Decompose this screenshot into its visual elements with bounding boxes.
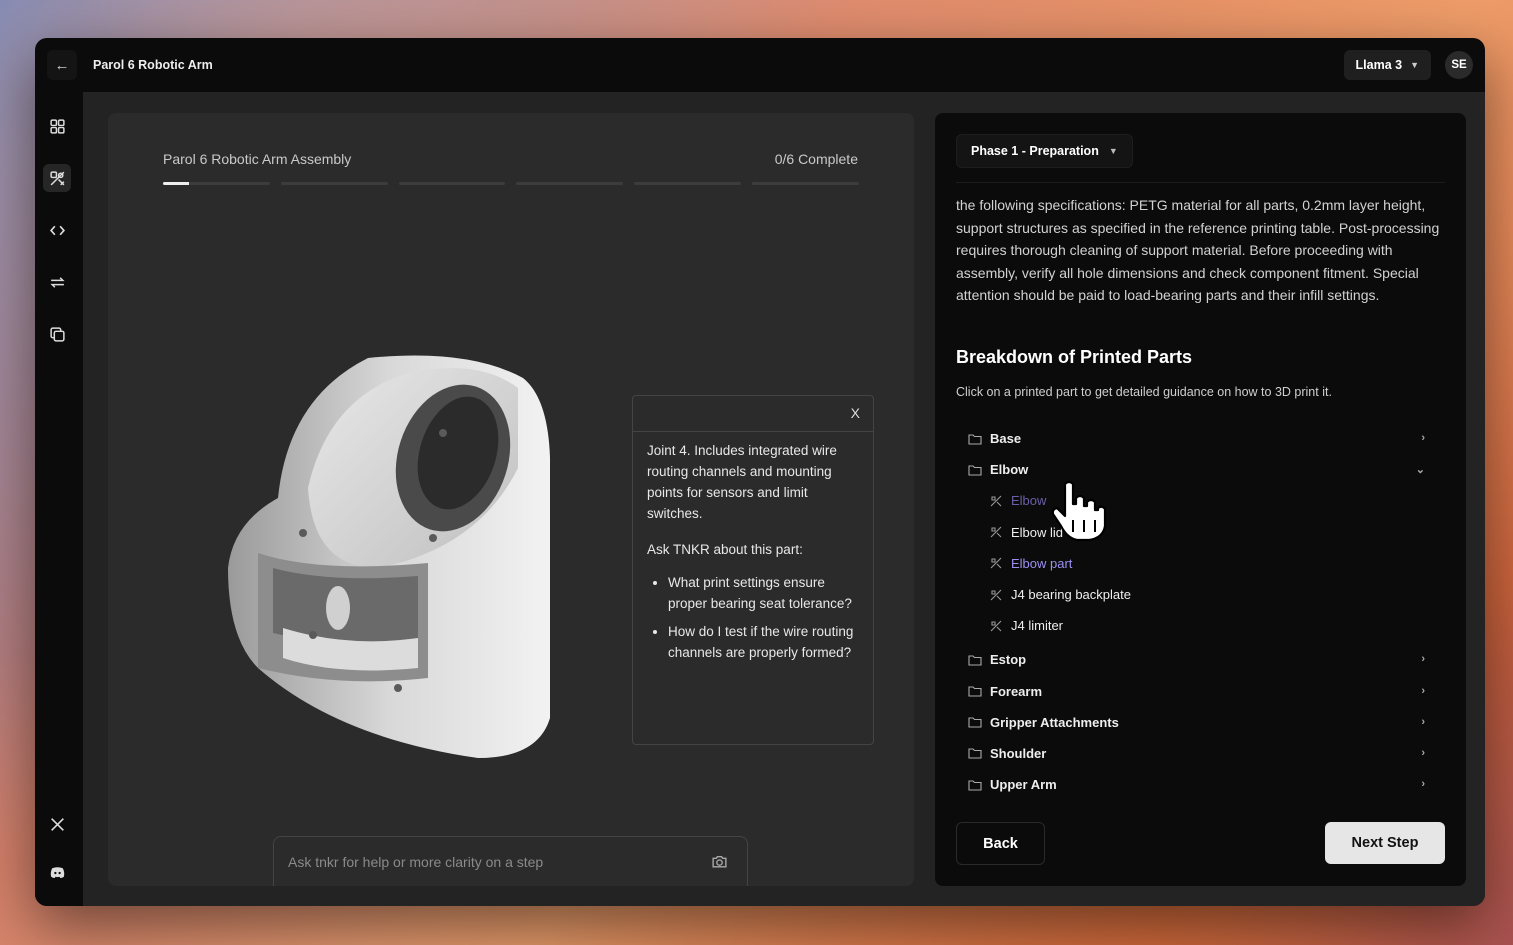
chevron-right-icon: › (1421, 778, 1425, 791)
folder-label: Elbow (990, 462, 1029, 478)
part-description: Joint 4. Includes integrated wire routin… (647, 443, 837, 521)
x-logo-icon[interactable] (43, 810, 71, 838)
part-elbow[interactable]: Elbow (968, 485, 1432, 516)
progress-segment (398, 182, 506, 185)
parts-tree: Base › Elbow ⌄ Elbow Elbow lid Elbow par… (968, 423, 1432, 800)
folder-label: Upper Arm (990, 777, 1057, 793)
part-label: Elbow (1011, 493, 1047, 509)
part-icon (990, 526, 1002, 538)
progress-segment (163, 182, 270, 185)
back-button[interactable]: Back (956, 822, 1045, 865)
part-icon (990, 589, 1002, 600)
copy-icon[interactable] (43, 320, 71, 348)
app-window: ← Parol 6 Robotic Arm Llama 3 ▼ SE Parol… (35, 38, 1485, 906)
chat-input[interactable] (288, 851, 688, 873)
part-label: J4 limiter (1011, 618, 1064, 634)
progress-segment (634, 182, 742, 185)
user-avatar[interactable]: SE (1445, 51, 1473, 79)
phase-select[interactable]: Phase 1 - Preparation ▼ (956, 134, 1133, 168)
folder-icon (968, 465, 982, 476)
chevron-down-icon: ▼ (1410, 60, 1419, 70)
assembly-panel: Parol 6 Robotic Arm Assembly 0/6 Complet… (108, 113, 914, 886)
folder-gripper-attachments[interactable]: Gripper Attachments › (968, 707, 1432, 738)
chevron-right-icon: › (1421, 684, 1425, 697)
folder-icon (968, 717, 982, 728)
divider (956, 182, 1445, 183)
chevron-down-icon: ⌄ (1415, 464, 1425, 477)
completion-status: 0/6 Complete (774, 151, 858, 167)
guide-panel: Phase 1 - Preparation ▼ the following sp… (935, 113, 1466, 886)
hand-cursor-icon (1051, 480, 1107, 542)
folder-label: Gripper Attachments (990, 714, 1119, 730)
assembly-title: Parol 6 Robotic Arm Assembly (163, 151, 352, 167)
folder-icon (968, 780, 982, 791)
discord-icon[interactable] (43, 858, 71, 886)
chevron-down-icon: ▼ (1108, 146, 1118, 156)
breakdown-title: Breakdown of Printed Parts (956, 347, 1193, 367)
suggested-questions: What print settings ensure proper bearin… (647, 572, 859, 663)
step-progress-bar (163, 182, 859, 185)
grid-icon[interactable] (43, 112, 71, 140)
repeat-icon[interactable] (43, 268, 71, 296)
part-elbow-lid[interactable]: Elbow lid (968, 517, 1432, 548)
camera-icon[interactable] (711, 853, 728, 870)
ask-tnkr-heading: Ask TNKR about this part: (647, 542, 803, 557)
part-elbow-part[interactable]: Elbow part (968, 548, 1432, 579)
folder-icon (968, 686, 982, 697)
chat-input-box (273, 836, 748, 886)
part-icon (990, 557, 1002, 569)
code-icon[interactable] (43, 216, 71, 244)
folder-estop[interactable]: Estop › (968, 644, 1432, 675)
model-select[interactable]: Llama 3 ▼ (1343, 50, 1431, 80)
folder-base[interactable]: Base › (968, 423, 1432, 454)
chevron-right-icon: › (1421, 653, 1425, 666)
main-content: Parol 6 Robotic Arm Assembly 0/6 Complet… (83, 92, 1485, 906)
breakdown-description: Click on a printed part to get detailed … (956, 385, 1332, 399)
folder-icon (968, 748, 982, 760)
app-title: Parol 6 Robotic Arm (93, 58, 213, 72)
back-arrow-button[interactable]: ← (47, 50, 77, 80)
card-header: X (633, 396, 873, 432)
folder-upper-arm[interactable]: Upper Arm › (968, 769, 1432, 800)
titlebar: ← Parol 6 Robotic Arm Llama 3 ▼ SE (35, 38, 1485, 92)
part-icon (990, 495, 1002, 507)
part-j4-limiter[interactable]: J4 limiter (968, 610, 1432, 641)
folder-elbow[interactable]: Elbow ⌄ (968, 454, 1432, 485)
folder-forearm[interactable]: Forearm › (968, 676, 1432, 707)
folder-label: Estop (990, 652, 1027, 668)
suggested-question[interactable]: What print settings ensure proper bearin… (668, 572, 859, 614)
sidebar (35, 92, 83, 906)
model-select-label: Llama 3 (1355, 58, 1403, 72)
spec-paragraph: the following specifications: PETG mater… (956, 197, 1440, 303)
folder-shoulder[interactable]: Shoulder › (968, 738, 1432, 769)
phase-select-label: Phase 1 - Preparation (971, 144, 1099, 158)
part-3d-model[interactable] (218, 338, 558, 758)
part-icon (990, 620, 1002, 632)
part-j4-bearing-backplate[interactable]: J4 bearing backplate (968, 579, 1432, 610)
close-card-button[interactable]: X (851, 405, 860, 421)
progress-segment (516, 182, 624, 185)
part-info-card: X Joint 4. Includes integrated wire rout… (632, 395, 874, 745)
folder-icon (968, 655, 982, 666)
card-body: Joint 4. Includes integrated wire routin… (633, 432, 873, 678)
folder-icon (968, 434, 982, 445)
folder-label: Base (990, 431, 1022, 447)
chevron-right-icon: › (1421, 432, 1425, 444)
progress-segment (752, 182, 859, 185)
folder-label: Shoulder (990, 745, 1047, 761)
chevron-right-icon: › (1421, 715, 1425, 728)
folder-label: Forearm (990, 683, 1043, 699)
tools-icon[interactable] (43, 164, 71, 192)
part-label: Elbow part (1011, 555, 1073, 571)
chevron-right-icon: › (1421, 746, 1425, 759)
suggested-question[interactable]: How do I test if the wire routing channe… (668, 621, 859, 663)
progress-segment (280, 182, 388, 185)
part-label: J4 bearing backplate (1011, 587, 1131, 603)
next-step-button[interactable]: Next Step (1325, 822, 1445, 864)
